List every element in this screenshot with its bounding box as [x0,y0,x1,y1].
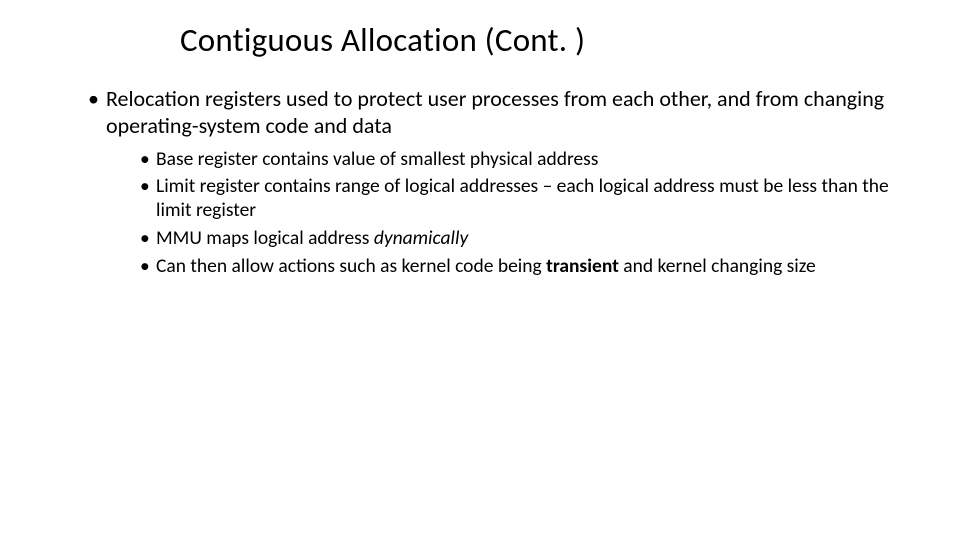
bullet-item: Relocation registers used to protect use… [88,86,900,279]
sub-bullet-item: Can then allow actions such as kernel co… [140,255,900,279]
slide-title: Contiguous Allocation (Cont. ) [180,20,900,60]
sub-bullet-item: MMU maps logical address dynamically [140,227,900,251]
italic-text: dynamically [374,226,468,250]
bullet-text: Limit register contains range of logical… [156,174,889,222]
bullet-list-level1: Relocation registers used to protect use… [60,86,900,279]
bullet-list-level2: Base register contains value of smallest… [106,148,900,279]
bullet-text: and kernel changing size [619,254,816,278]
slide: Contiguous Allocation (Cont. ) Relocatio… [0,0,960,540]
sub-bullet-item: Limit register contains range of logical… [140,175,900,223]
bullet-text: Relocation registers used to protect use… [106,85,884,139]
bold-text: transient [546,254,619,278]
bullet-text: Can then allow actions such as kernel co… [156,254,546,278]
bullet-text: MMU maps logical address [156,226,374,250]
sub-bullet-item: Base register contains value of smallest… [140,148,900,172]
bullet-text: Base register contains value of smallest… [156,147,598,171]
